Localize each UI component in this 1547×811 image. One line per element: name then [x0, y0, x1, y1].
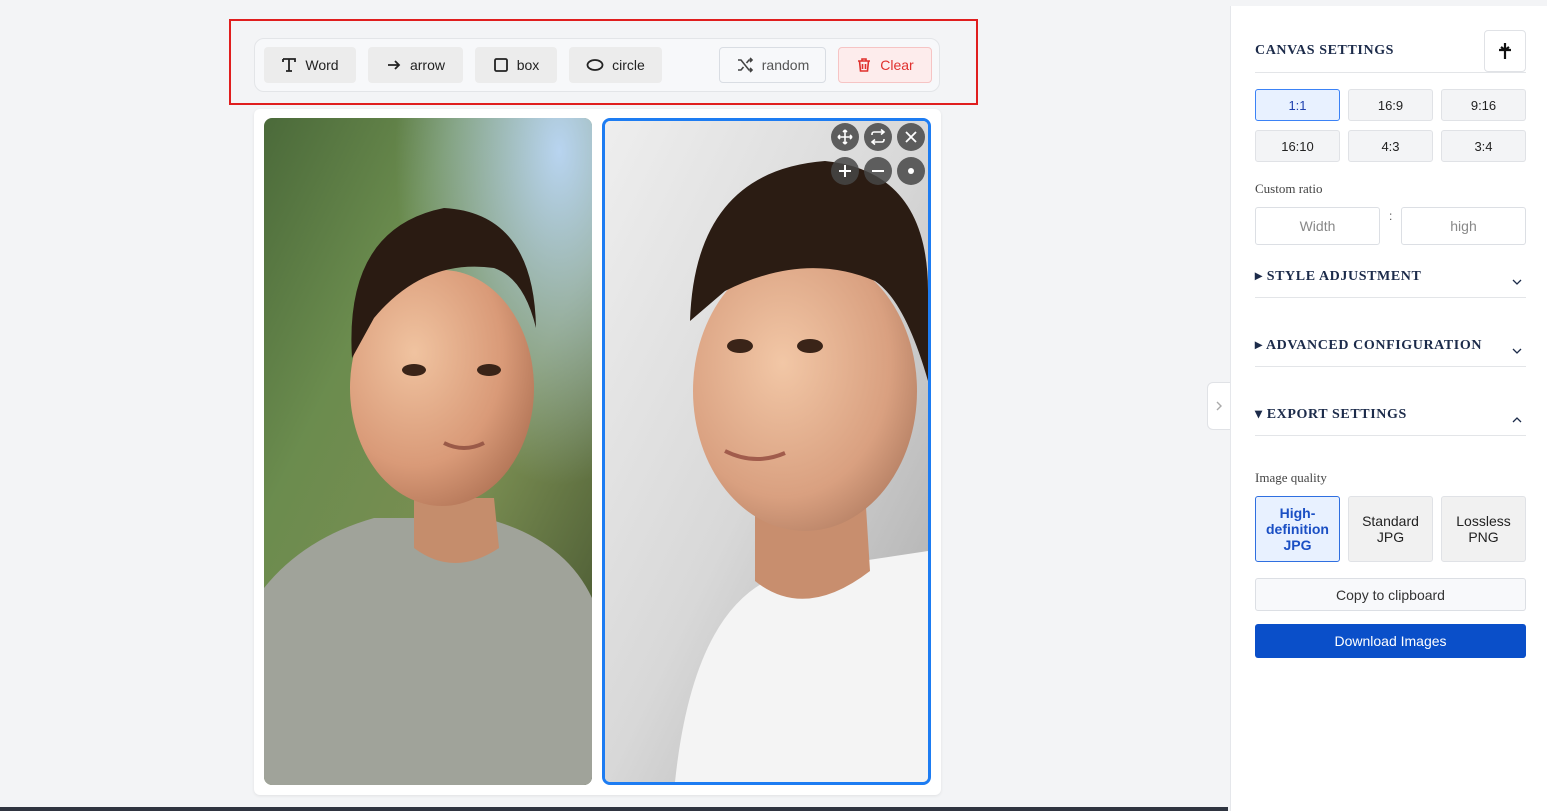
photo-left[interactable] — [264, 118, 592, 785]
random-label: random — [761, 57, 810, 73]
drawing-toolbar: Word arrow box circle random Clear — [254, 38, 940, 92]
settings-panel: CANVAS SETTINGS 1:1 16:9 9:16 16:10 4:3 … — [1230, 6, 1547, 811]
close-icon — [905, 131, 917, 143]
copy-to-clipboard-button[interactable]: Copy to clipboard — [1255, 578, 1526, 611]
divider — [1255, 72, 1526, 73]
shuffle-icon — [737, 57, 753, 73]
divider — [1255, 435, 1526, 436]
random-button[interactable]: random — [719, 47, 826, 83]
square-icon — [493, 58, 508, 72]
plus-icon — [839, 165, 851, 177]
circle-tool-label: circle — [612, 57, 645, 73]
ratio-3-4[interactable]: 3:4 — [1441, 130, 1526, 162]
text-icon — [282, 58, 297, 72]
ratio-16-10[interactable]: 16:10 — [1255, 130, 1340, 162]
style-adjustment-header[interactable]: ▸ STYLE ADJUSTMENT — [1255, 268, 1421, 285]
swap-icon — [870, 129, 886, 145]
portrait-studio-image — [605, 121, 928, 782]
chevron-down-icon — [1512, 279, 1522, 285]
arrow-right-icon — [387, 60, 401, 70]
export-settings-header[interactable]: ▾ EXPORT SETTINGS — [1255, 406, 1407, 423]
clear-label: Clear — [880, 57, 914, 73]
chevron-right-icon — [1216, 401, 1222, 411]
reset-zoom-button[interactable] — [897, 157, 925, 185]
dot-icon — [908, 168, 914, 174]
move-handle[interactable] — [831, 123, 859, 151]
zoom-in-button[interactable] — [831, 157, 859, 185]
pin-panel-button[interactable] — [1484, 30, 1526, 72]
quality-standard-jpg[interactable]: Standard JPG — [1348, 496, 1433, 562]
box-tool-button[interactable]: box — [475, 47, 557, 83]
move-icon — [837, 129, 853, 145]
divider — [1255, 366, 1526, 367]
pin-icon — [1499, 43, 1511, 59]
custom-ratio-label: Custom ratio — [1255, 181, 1323, 196]
custom-height-input[interactable] — [1401, 207, 1526, 245]
portrait-outdoor-image — [264, 118, 592, 785]
arrow-tool-label: arrow — [409, 57, 445, 73]
arrow-tool-button[interactable]: arrow — [368, 47, 463, 83]
panel-collapse-toggle[interactable] — [1207, 382, 1231, 430]
photo-right-selected[interactable] — [602, 118, 931, 785]
chevron-up-icon — [1512, 417, 1522, 423]
app: Word arrow box circle random Clear CANVA… — [0, 0, 1547, 811]
text-tool-label: Word — [305, 57, 339, 73]
ratio-16-9[interactable]: 16:9 — [1348, 89, 1433, 121]
custom-width-input[interactable] — [1255, 207, 1380, 245]
ratio-1-1[interactable]: 1:1 — [1255, 89, 1340, 121]
box-tool-label: box — [516, 57, 540, 73]
bottom-edge-bar — [0, 807, 1228, 811]
trash-icon — [858, 58, 871, 72]
quality-lossless-png[interactable]: Lossless PNG — [1441, 496, 1526, 562]
ratio-4-3[interactable]: 4:3 — [1348, 130, 1433, 162]
canvas-settings-title: CANVAS SETTINGS — [1255, 43, 1395, 58]
zoom-out-button[interactable] — [864, 157, 892, 185]
minus-icon — [872, 170, 884, 172]
image-quality-label: Image quality — [1255, 470, 1327, 485]
ratio-separator: : — [1389, 209, 1393, 223]
circle-tool-button[interactable]: circle — [569, 47, 662, 83]
ratio-9-16[interactable]: 9:16 — [1441, 89, 1526, 121]
replace-image-button[interactable] — [864, 123, 892, 151]
remove-image-button[interactable] — [897, 123, 925, 151]
quality-hd-jpg[interactable]: High-definition JPG — [1255, 496, 1340, 562]
chevron-down-icon — [1512, 348, 1522, 354]
text-tool-button[interactable]: Word — [264, 47, 356, 83]
divider — [1255, 297, 1526, 298]
advanced-configuration-header[interactable]: ▸ ADVANCED CONFIGURATION — [1255, 337, 1482, 354]
clear-button[interactable]: Clear — [838, 47, 932, 83]
download-images-button[interactable]: Download Images — [1255, 624, 1526, 658]
ellipse-icon — [586, 59, 604, 71]
canvas-area — [254, 109, 941, 795]
